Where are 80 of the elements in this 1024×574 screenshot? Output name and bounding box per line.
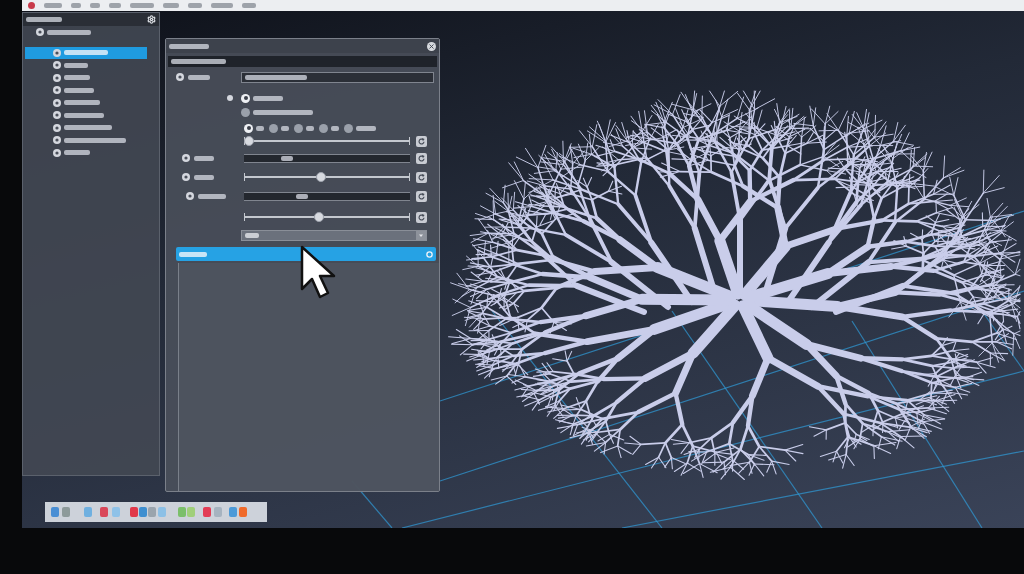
circle-icon [182,154,190,162]
radio-button[interactable] [344,123,353,133]
tree-item[interactable] [25,46,147,59]
blurred-label [356,125,376,131]
circle-icon [36,28,44,37]
bullet-icon [227,95,233,101]
blurred-label [331,125,339,131]
refresh-button[interactable] [416,171,427,183]
radio-button[interactable] [244,123,253,133]
blurred-label [179,251,207,257]
blurred-label [64,50,108,56]
circle-icon [186,192,194,200]
radio-button[interactable] [241,107,250,117]
refresh-button[interactable] [416,152,427,164]
refresh-button[interactable] [416,211,427,223]
blurred-label [47,29,91,35]
radio-button[interactable] [294,123,303,133]
blurred-label [64,150,90,156]
circle-icon [53,86,61,95]
blurred-label [253,95,283,101]
blurred-label [306,125,314,131]
refresh-icon [418,192,425,200]
circle-icon [176,73,184,81]
circle-icon [53,148,61,157]
text-field[interactable] [241,71,434,83]
blurred-label [296,193,308,199]
number-field[interactable] [244,153,410,163]
refresh-icon [418,213,425,221]
circle-icon [53,48,61,57]
close-button[interactable] [427,41,436,51]
caret-icon [416,231,426,240]
blurred-label [26,17,62,22]
radio-button[interactable] [269,123,278,133]
blurred-label [169,43,209,49]
blurred-label [64,87,94,93]
refresh-icon [418,137,425,145]
circle-icon [53,136,61,145]
blurred-label [281,155,293,161]
refresh-icon [418,154,425,162]
blurred-label [188,74,210,80]
settings-icon[interactable] [147,15,156,24]
mouse-pointer-icon [300,245,338,300]
circle-icon [53,123,61,132]
circle-icon [53,98,61,107]
slider-track[interactable] [244,172,410,182]
circle-icon [53,61,61,70]
radio-button[interactable] [319,123,328,133]
close-icon [428,42,435,50]
blurred-label [198,193,226,199]
blurred-label [64,75,90,81]
radio-button[interactable] [241,93,250,103]
blurred-label [256,125,264,131]
dropdown-field[interactable] [241,230,427,241]
blurred-label [64,125,112,131]
blurred-label [171,59,226,64]
slider-thumb[interactable] [244,136,254,146]
blurred-label [281,125,289,131]
blurred-label [64,100,100,106]
circle-icon [53,111,61,120]
blurred-label [64,112,104,118]
blurred-label [194,174,214,180]
slider-thumb[interactable] [314,212,325,222]
number-field[interactable] [244,191,410,201]
blurred-label [64,137,126,143]
ring-icon [426,250,433,258]
slider-thumb[interactable] [315,172,326,182]
blurred-label [253,109,313,115]
blurred-label [245,74,307,80]
refresh-button[interactable] [416,135,427,147]
refresh-icon [418,173,425,181]
slider-track[interactable] [244,212,410,222]
circle-icon [53,73,61,82]
blurred-label [245,233,259,238]
circle-icon [182,173,190,181]
blurred-label [194,155,214,161]
blurred-label [64,62,88,68]
section-bar[interactable] [176,247,436,261]
slider-track[interactable] [244,136,410,146]
app-logo-icon [28,2,35,9]
refresh-button[interactable] [416,190,427,202]
